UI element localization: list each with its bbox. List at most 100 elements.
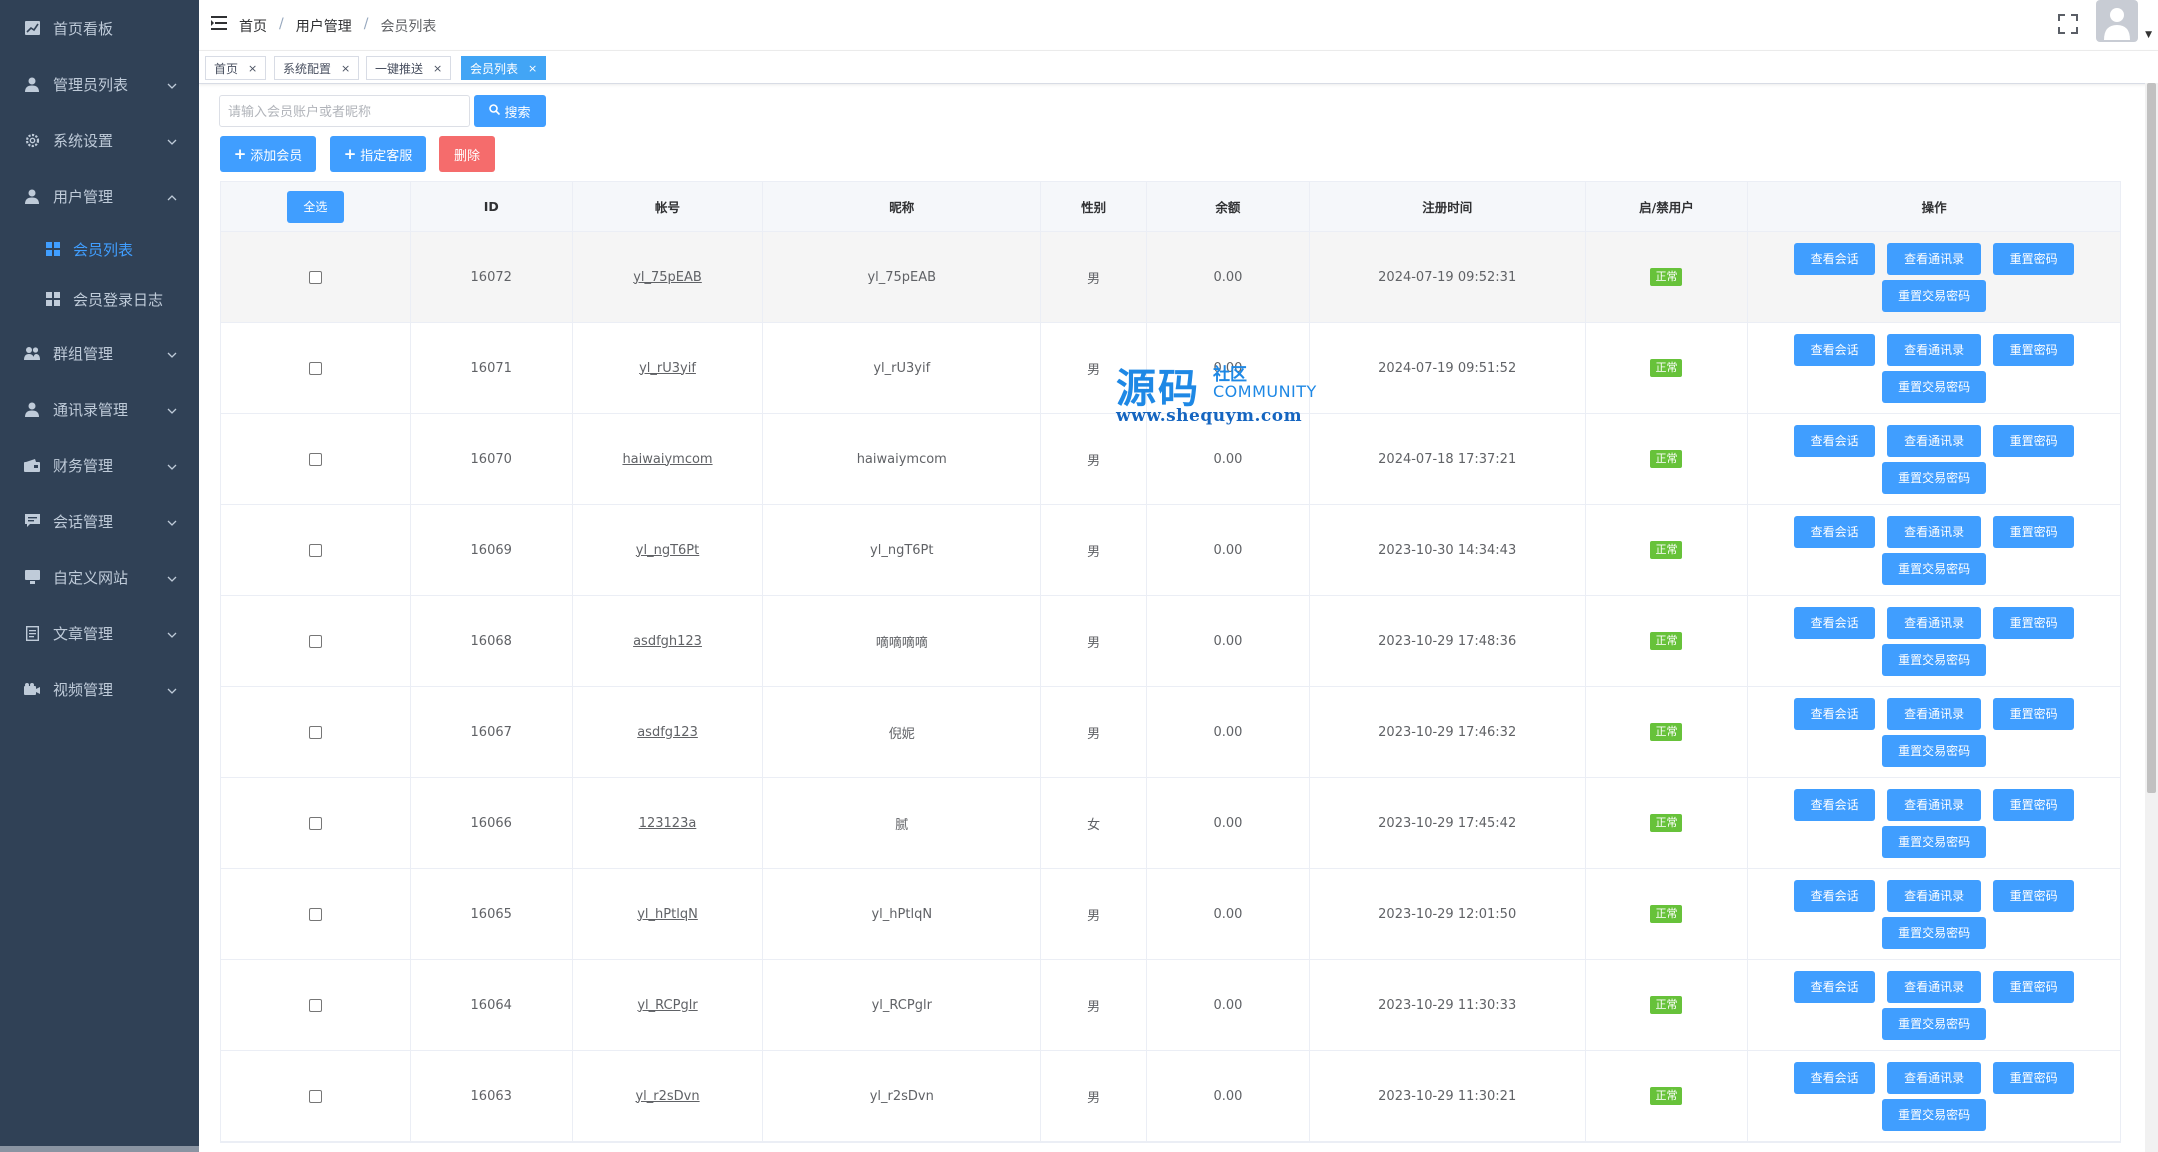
row-checkbox[interactable] — [308, 634, 322, 648]
view-session-button[interactable]: 查看会话 — [1794, 333, 1876, 366]
view-contacts-button[interactable]: 查看通讯录 — [1887, 515, 1982, 548]
account-link[interactable]: yl_RCPglr — [637, 998, 697, 1013]
account-link[interactable]: yl_75pEAB — [633, 270, 702, 285]
sidebar-item-settings[interactable]: 系统设置 — [0, 120, 199, 160]
reset-password-button[interactable]: 重置密码 — [1993, 1061, 2075, 1094]
reset-password-button[interactable]: 重置密码 — [1993, 606, 2075, 639]
close-icon[interactable]: × — [528, 62, 537, 75]
view-session-button[interactable]: 查看会话 — [1794, 788, 1876, 821]
reset-password-button[interactable]: 重置密码 — [1993, 333, 2075, 366]
view-session-button[interactable]: 查看会话 — [1794, 606, 1876, 639]
tag-system-config[interactable]: 系统配置 × — [274, 56, 360, 80]
select-all-button[interactable]: 全选 — [286, 190, 344, 223]
reset-trade-password-button[interactable]: 重置交易密码 — [1882, 916, 1987, 949]
reset-password-button[interactable]: 重置密码 — [1993, 970, 2075, 1003]
add-member-button[interactable]: + 添加会员 — [220, 136, 316, 172]
account-link[interactable]: yl_ngT6Pt — [636, 543, 699, 558]
reset-trade-password-button[interactable]: 重置交易密码 — [1882, 1098, 1987, 1131]
view-session-button[interactable]: 查看会话 — [1794, 697, 1876, 730]
sidebar-scrollbar[interactable] — [0, 1146, 199, 1152]
reset-trade-password-button[interactable]: 重置交易密码 — [1882, 461, 1987, 494]
row-checkbox[interactable] — [308, 907, 322, 921]
reset-trade-password-button[interactable]: 重置交易密码 — [1882, 279, 1987, 312]
status-badge[interactable]: 正常 — [1650, 359, 1683, 377]
sidebar-item-groups[interactable]: 群组管理 — [0, 333, 199, 373]
reset-trade-password-button[interactable]: 重置交易密码 — [1882, 825, 1987, 858]
close-icon[interactable]: × — [433, 62, 442, 75]
row-checkbox[interactable] — [308, 816, 322, 830]
sidebar-item-admin-list[interactable]: 管理员列表 — [0, 64, 199, 104]
breadcrumb-home[interactable]: 首页 — [239, 16, 267, 36]
view-contacts-button[interactable]: 查看通讯录 — [1887, 242, 1982, 275]
view-contacts-button[interactable]: 查看通讯录 — [1887, 424, 1982, 457]
sidebar-item-articles[interactable]: 文章管理 — [0, 613, 199, 653]
reset-password-button[interactable]: 重置密码 — [1993, 697, 2075, 730]
assign-service-button[interactable]: + 指定客服 — [330, 136, 426, 172]
reset-password-button[interactable]: 重置密码 — [1993, 879, 2075, 912]
tag-one-click-push[interactable]: 一键推送 × — [366, 56, 452, 80]
account-link[interactable]: 123123a — [639, 816, 697, 831]
reset-password-button[interactable]: 重置密码 — [1993, 515, 2075, 548]
page-scrollbar-thumb[interactable] — [2147, 83, 2156, 793]
status-badge[interactable]: 正常 — [1650, 450, 1683, 468]
status-badge[interactable]: 正常 — [1650, 632, 1683, 650]
account-link[interactable]: asdfgh123 — [633, 634, 702, 649]
row-checkbox[interactable] — [308, 543, 322, 557]
view-session-button[interactable]: 查看会话 — [1794, 515, 1876, 548]
view-contacts-button[interactable]: 查看通讯录 — [1887, 970, 1982, 1003]
tag-member-list[interactable]: 会员列表 × — [461, 56, 547, 80]
sidebar-item-sessions[interactable]: 会话管理 — [0, 501, 199, 541]
view-session-button[interactable]: 查看会话 — [1794, 970, 1876, 1003]
view-contacts-button[interactable]: 查看通讯录 — [1887, 1061, 1982, 1094]
reset-password-button[interactable]: 重置密码 — [1993, 242, 2075, 275]
status-badge[interactable]: 正常 — [1650, 905, 1683, 923]
close-icon[interactable]: × — [248, 62, 257, 75]
status-badge[interactable]: 正常 — [1650, 1087, 1683, 1105]
row-checkbox[interactable] — [308, 361, 322, 375]
sidebar-item-finance[interactable]: 财务管理 — [0, 445, 199, 485]
account-link[interactable]: haiwaiymcom — [622, 452, 712, 467]
row-checkbox[interactable] — [308, 452, 322, 466]
avatar[interactable] — [2096, 0, 2138, 42]
view-contacts-button[interactable]: 查看通讯录 — [1887, 606, 1982, 639]
row-checkbox[interactable] — [308, 1089, 322, 1103]
view-session-button[interactable]: 查看会话 — [1794, 879, 1876, 912]
sidebar-item-dashboard[interactable]: 首页看板 — [0, 8, 199, 48]
row-checkbox[interactable] — [308, 270, 322, 284]
view-contacts-button[interactable]: 查看通讯录 — [1887, 333, 1982, 366]
reset-trade-password-button[interactable]: 重置交易密码 — [1882, 552, 1987, 585]
status-badge[interactable]: 正常 — [1650, 996, 1683, 1014]
sidebar-item-user-management[interactable]: 用户管理 — [0, 176, 199, 216]
reset-trade-password-button[interactable]: 重置交易密码 — [1882, 370, 1987, 403]
account-link[interactable]: yl_rU3yif — [639, 361, 696, 376]
tag-home[interactable]: 首页 × — [205, 56, 267, 80]
reset-password-button[interactable]: 重置密码 — [1993, 788, 2075, 821]
search-button[interactable]: 搜索 — [474, 95, 546, 127]
reset-trade-password-button[interactable]: 重置交易密码 — [1882, 734, 1987, 767]
status-badge[interactable]: 正常 — [1650, 814, 1683, 832]
view-contacts-button[interactable]: 查看通讯录 — [1887, 697, 1982, 730]
delete-button[interactable]: 删除 — [439, 136, 495, 172]
reset-password-button[interactable]: 重置密码 — [1993, 424, 2075, 457]
search-input[interactable] — [219, 95, 470, 127]
account-link[interactable]: yl_hPtlqN — [637, 907, 698, 922]
view-contacts-button[interactable]: 查看通讯录 — [1887, 879, 1982, 912]
sidebar-item-videos[interactable]: 视频管理 — [0, 669, 199, 709]
caret-down-icon[interactable]: ▼ — [2145, 30, 2152, 40]
hamburger-icon[interactable] — [211, 16, 227, 32]
sidebar-item-member-login-log[interactable]: 会员登录日志 — [0, 279, 199, 319]
sidebar-item-member-list[interactable]: 会员列表 — [0, 229, 199, 269]
view-session-button[interactable]: 查看会话 — [1794, 424, 1876, 457]
status-badge[interactable]: 正常 — [1650, 268, 1683, 286]
sidebar-item-contacts[interactable]: 通讯录管理 — [0, 389, 199, 429]
fullscreen-icon[interactable] — [2058, 14, 2078, 34]
account-link[interactable]: yl_r2sDvn — [635, 1089, 699, 1104]
reset-trade-password-button[interactable]: 重置交易密码 — [1882, 1007, 1987, 1040]
account-link[interactable]: asdfg123 — [637, 725, 698, 740]
sidebar-item-custom-site[interactable]: 自定义网站 — [0, 557, 199, 597]
close-icon[interactable]: × — [341, 62, 350, 75]
view-session-button[interactable]: 查看会话 — [1794, 242, 1876, 275]
row-checkbox[interactable] — [308, 725, 322, 739]
view-contacts-button[interactable]: 查看通讯录 — [1887, 788, 1982, 821]
reset-trade-password-button[interactable]: 重置交易密码 — [1882, 643, 1987, 676]
